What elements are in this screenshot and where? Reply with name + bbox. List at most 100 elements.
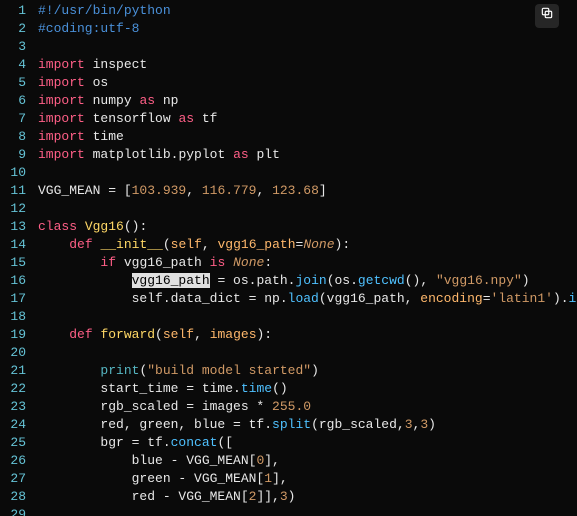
- code-line: VGG_MEAN = [103.939, 116.779, 123.68]: [38, 182, 577, 200]
- token-kw: if: [100, 255, 116, 270]
- token-op: ],: [272, 471, 288, 486]
- token-str: "vgg16.npy": [436, 273, 522, 288]
- token-arg: self: [163, 327, 194, 342]
- token-def: __init__: [100, 237, 162, 252]
- token-op: self.data_dict = np.: [38, 291, 288, 306]
- token-num: 1: [264, 471, 272, 486]
- code-line: class Vgg16():: [38, 218, 577, 236]
- token-fn: load: [288, 291, 319, 306]
- line-number: 18: [4, 308, 26, 326]
- token-op: red - VGG_MEAN[: [38, 489, 249, 504]
- line-number: 3: [4, 38, 26, 56]
- line-number: 29: [4, 506, 26, 516]
- token-arg: self: [171, 237, 202, 252]
- token-fn: join: [295, 273, 326, 288]
- code-line: rgb_scaled = images * 255.0: [38, 398, 577, 416]
- token-num: 116.779: [202, 183, 257, 198]
- token-op: ): [428, 417, 436, 432]
- token-op: (): [272, 381, 288, 396]
- token-op: ],: [264, 453, 280, 468]
- token-fn: getcwd: [358, 273, 405, 288]
- token-none: None: [303, 237, 334, 252]
- token-op: ,: [194, 327, 210, 342]
- line-number: 19: [4, 326, 26, 344]
- token-kw: import: [38, 147, 85, 162]
- token-op: = os.path.: [210, 273, 296, 288]
- token-op: [85, 93, 93, 108]
- line-number: 26: [4, 452, 26, 470]
- token-fn: time: [241, 381, 272, 396]
- token-op: [225, 147, 233, 162]
- token-op: ]],: [256, 489, 279, 504]
- token-mod: np: [163, 93, 179, 108]
- code-line: start_time = time.time(): [38, 380, 577, 398]
- token-fn: concat: [171, 435, 218, 450]
- token-kw: is: [210, 255, 226, 270]
- token-op: [225, 255, 233, 270]
- token-kw: import: [38, 75, 85, 90]
- code-line: bgr = tf.concat([: [38, 434, 577, 452]
- code-line: import tensorflow as tf: [38, 110, 577, 128]
- line-number: 21: [4, 362, 26, 380]
- token-op: [85, 111, 93, 126]
- token-cmt: #coding:utf-8: [38, 21, 139, 36]
- token-kw: import: [38, 93, 85, 108]
- token-fn: split: [272, 417, 311, 432]
- token-op: ): [311, 363, 319, 378]
- line-number: 24: [4, 416, 26, 434]
- code-line: if vgg16_path is None:: [38, 254, 577, 272]
- code-line: import time: [38, 128, 577, 146]
- code-line: import numpy as np: [38, 92, 577, 110]
- token-op: (os.: [327, 273, 358, 288]
- token-arg: images: [210, 327, 257, 342]
- token-op: (: [155, 327, 163, 342]
- line-number: 2: [4, 20, 26, 38]
- token-op: [85, 57, 93, 72]
- line-number: 23: [4, 398, 26, 416]
- code-line: red - VGG_MEAN[2]],3): [38, 488, 577, 506]
- token-def: Vgg16: [85, 219, 124, 234]
- token-op: [38, 327, 69, 342]
- token-num: 103.939: [132, 183, 187, 198]
- token-op: ,: [202, 237, 218, 252]
- code-line: vgg16_path = os.path.join(os.getcwd(), "…: [38, 272, 577, 290]
- line-number: 13: [4, 218, 26, 236]
- code-line: [38, 164, 577, 182]
- token-op: ,: [186, 183, 202, 198]
- line-number: 16: [4, 272, 26, 290]
- token-arg: vgg16_path: [218, 237, 296, 252]
- line-number-gutter: 1234567891011121314151617181920212223242…: [0, 0, 34, 516]
- token-kw: import: [38, 129, 85, 144]
- token-op: start_time = time.: [38, 381, 241, 396]
- token-mod: plt: [256, 147, 279, 162]
- token-op: ).: [553, 291, 569, 306]
- code-line: [38, 308, 577, 326]
- token-kw: def: [69, 237, 92, 252]
- code-line: #!/usr/bin/python: [38, 2, 577, 20]
- line-number: 4: [4, 56, 26, 74]
- token-mod: tf: [202, 111, 218, 126]
- copy-icon: [540, 6, 554, 26]
- token-def: forward: [100, 327, 155, 342]
- token-op: blue - VGG_MEAN[: [38, 453, 256, 468]
- token-sel: vgg16_path: [132, 273, 210, 288]
- line-number: 20: [4, 344, 26, 362]
- code-area[interactable]: #!/usr/bin/python#coding:utf-8 import in…: [34, 0, 577, 516]
- copy-button[interactable]: [535, 4, 559, 28]
- token-op: ):: [335, 237, 351, 252]
- token-num: 3: [420, 417, 428, 432]
- code-line: def forward(self, images):: [38, 326, 577, 344]
- token-op: green - VGG_MEAN[: [38, 471, 264, 486]
- token-kw: import: [38, 57, 85, 72]
- token-kw: import: [38, 111, 85, 126]
- code-line: [38, 38, 577, 56]
- code-line: [38, 200, 577, 218]
- token-op: (vgg16_path,: [319, 291, 420, 306]
- token-op: ): [522, 273, 530, 288]
- code-line: import matplotlib.pyplot as plt: [38, 146, 577, 164]
- token-cmt: #!/usr/bin/python: [38, 3, 171, 18]
- token-mod: os: [93, 75, 109, 90]
- token-op: [38, 255, 100, 270]
- token-op: [116, 255, 124, 270]
- token-op: ): [288, 489, 296, 504]
